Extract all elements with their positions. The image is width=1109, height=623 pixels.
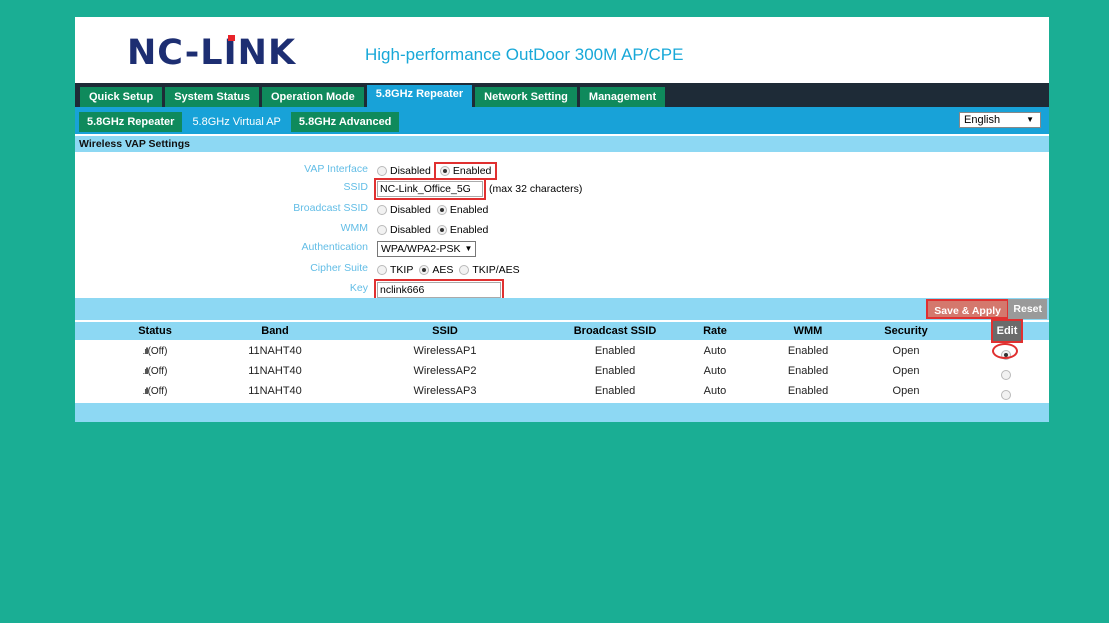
vap-table-header: Status Band SSID Broadcast SSID Rate WMM…	[75, 319, 1049, 343]
row-rate: Auto	[703, 385, 727, 397]
col-security: Security	[884, 325, 928, 337]
table-footer-bar	[75, 403, 1049, 422]
row-security: Open	[892, 385, 920, 397]
save-apply-button[interactable]: Save & Apply	[926, 299, 1009, 319]
col-rate: Rate	[703, 325, 727, 337]
edit-radio[interactable]	[1000, 390, 1011, 401]
radio-icon[interactable]	[459, 264, 470, 275]
col-broadcast-ssid: Broadcast SSID	[573, 325, 657, 337]
radio-icon[interactable]	[377, 165, 387, 176]
header: NC-LINK High-performance OutDoor 300M AP…	[75, 17, 1049, 83]
subtab-5-8ghz-advanced[interactable]: 5.8GHz Advanced	[290, 112, 400, 132]
radio-icon[interactable]	[439, 165, 450, 176]
key-row: Key	[75, 278, 1049, 301]
vap-disabled-option[interactable]: Disabled	[377, 165, 431, 177]
row-ssid: WirelessAP1	[413, 345, 477, 357]
row-band: 11NAHT40	[248, 385, 302, 397]
col-status: Status	[138, 325, 172, 337]
language-selected: English	[964, 114, 1001, 126]
cipher-suite-label: Cipher Suite	[310, 262, 368, 274]
tab-5-8ghz-repeater[interactable]: 5.8GHz Repeater	[366, 85, 473, 107]
cipher-suite-row: Cipher Suite TKIP AES TKIP/AES	[75, 259, 1049, 278]
wmm-disabled-option[interactable]: Disabled	[377, 224, 431, 236]
key-input[interactable]	[374, 278, 504, 301]
col-wmm: WMM	[793, 325, 823, 337]
router-admin-panel: NC-LINK High-performance OutDoor 300M AP…	[75, 17, 1049, 422]
col-band: Band	[261, 325, 289, 337]
tab-system-status[interactable]: System Status	[165, 87, 259, 107]
signal-status: .ıll(Off)	[142, 366, 168, 377]
row-broadcast: Enabled	[594, 385, 636, 397]
section-title: Wireless VAP Settings	[75, 136, 1049, 152]
cipher-aes-option[interactable]: AES	[419, 264, 453, 276]
main-nav: Quick Setup System Status Operation Mode…	[75, 83, 1049, 107]
broadcast-ssid-row: Broadcast SSID Disabled Enabled	[75, 199, 1049, 218]
authentication-row: Authentication WPA/WPA2-PSK ▼	[75, 238, 1049, 257]
edit-highlight	[992, 343, 1018, 359]
language-select[interactable]: English ▼	[959, 112, 1041, 128]
cipher-tkip-aes-option[interactable]: TKIP/AES	[459, 264, 520, 276]
radio-icon[interactable]	[436, 204, 447, 215]
col-edit: Edit	[991, 319, 1023, 343]
row-rate: Auto	[703, 345, 727, 357]
row-wmm: Enabled	[787, 385, 829, 397]
subtab-5-8ghz-repeater[interactable]: 5.8GHz Repeater	[79, 112, 183, 132]
subtab-5-8ghz-virtual-ap[interactable]: 5.8GHz Virtual AP	[184, 112, 288, 132]
tab-network-setting[interactable]: Network Setting	[475, 87, 577, 107]
row-edit	[993, 362, 1021, 381]
tab-management[interactable]: Management	[579, 87, 666, 107]
wmm-row: WMM Disabled Enabled	[75, 219, 1049, 238]
table-row: .ıll(Off) 11NAHT40 WirelessAP2 Enabled A…	[75, 362, 1049, 381]
row-edit	[993, 382, 1021, 401]
sub-nav: 5.8GHz Repeater 5.8GHz Virtual AP 5.8GHz…	[75, 107, 1049, 134]
row-security: Open	[892, 365, 920, 377]
broadcast-disabled-option[interactable]: Disabled	[377, 204, 431, 216]
brand-logo: NC-LINK	[127, 33, 297, 73]
cipher-tkip-option[interactable]: TKIP	[377, 264, 413, 276]
vap-interface-label: VAP Interface	[304, 163, 368, 175]
radio-icon[interactable]	[419, 264, 430, 275]
ssid-input[interactable]	[374, 177, 486, 200]
radio-icon[interactable]	[377, 224, 387, 235]
authentication-select[interactable]: WPA/WPA2-PSK ▼	[377, 240, 477, 257]
table-row: .ıll(Off) 11NAHT40 WirelessAP1 Enabled A…	[75, 342, 1049, 361]
row-wmm: Enabled	[787, 365, 829, 377]
radio-icon[interactable]	[436, 224, 447, 235]
row-ssid: WirelessAP3	[413, 385, 477, 397]
wmm-label: WMM	[340, 222, 368, 234]
row-wmm: Enabled	[787, 345, 829, 357]
ssid-label: SSID	[343, 181, 368, 193]
key-label: Key	[349, 282, 368, 294]
row-rate: Auto	[703, 365, 727, 377]
action-bar: Save & Apply Reset	[75, 298, 1049, 320]
ssid-hint: (max 32 characters)	[489, 182, 583, 195]
row-band: 11NAHT40	[248, 345, 302, 357]
chevron-down-icon: ▼	[1026, 115, 1034, 124]
broadcast-enabled-option[interactable]: Enabled	[436, 204, 488, 216]
radio-icon[interactable]	[377, 264, 387, 275]
signal-status: .ıll(Off)	[142, 386, 168, 397]
chevron-down-icon: ▼	[464, 243, 473, 253]
table-row: .ıll(Off) 11NAHT40 WirelessAP3 Enabled A…	[75, 382, 1049, 401]
ssid-row: SSID (max 32 characters)	[75, 177, 1049, 200]
tab-quick-setup[interactable]: Quick Setup	[80, 87, 163, 107]
radio-icon[interactable]	[377, 204, 387, 215]
edit-radio[interactable]	[1000, 370, 1011, 381]
tab-operation-mode[interactable]: Operation Mode	[262, 87, 364, 107]
authentication-label: Authentication	[301, 241, 368, 253]
vap-enabled-option[interactable]: Enabled	[433, 161, 498, 180]
col-ssid: SSID	[432, 325, 458, 337]
row-band: 11NAHT40	[248, 365, 302, 377]
vap-interface-row: VAP Interface Disabled Enabled	[75, 160, 1049, 180]
product-tagline: High-performance OutDoor 300M AP/CPE	[365, 45, 684, 64]
wmm-enabled-option[interactable]: Enabled	[436, 224, 488, 236]
broadcast-ssid-label: Broadcast SSID	[293, 202, 368, 214]
row-security: Open	[892, 345, 920, 357]
row-ssid: WirelessAP2	[413, 365, 477, 377]
reset-button[interactable]: Reset	[1008, 299, 1047, 319]
signal-status: .ıll(Off)	[142, 346, 168, 357]
row-broadcast: Enabled	[594, 345, 636, 357]
row-broadcast: Enabled	[594, 365, 636, 377]
